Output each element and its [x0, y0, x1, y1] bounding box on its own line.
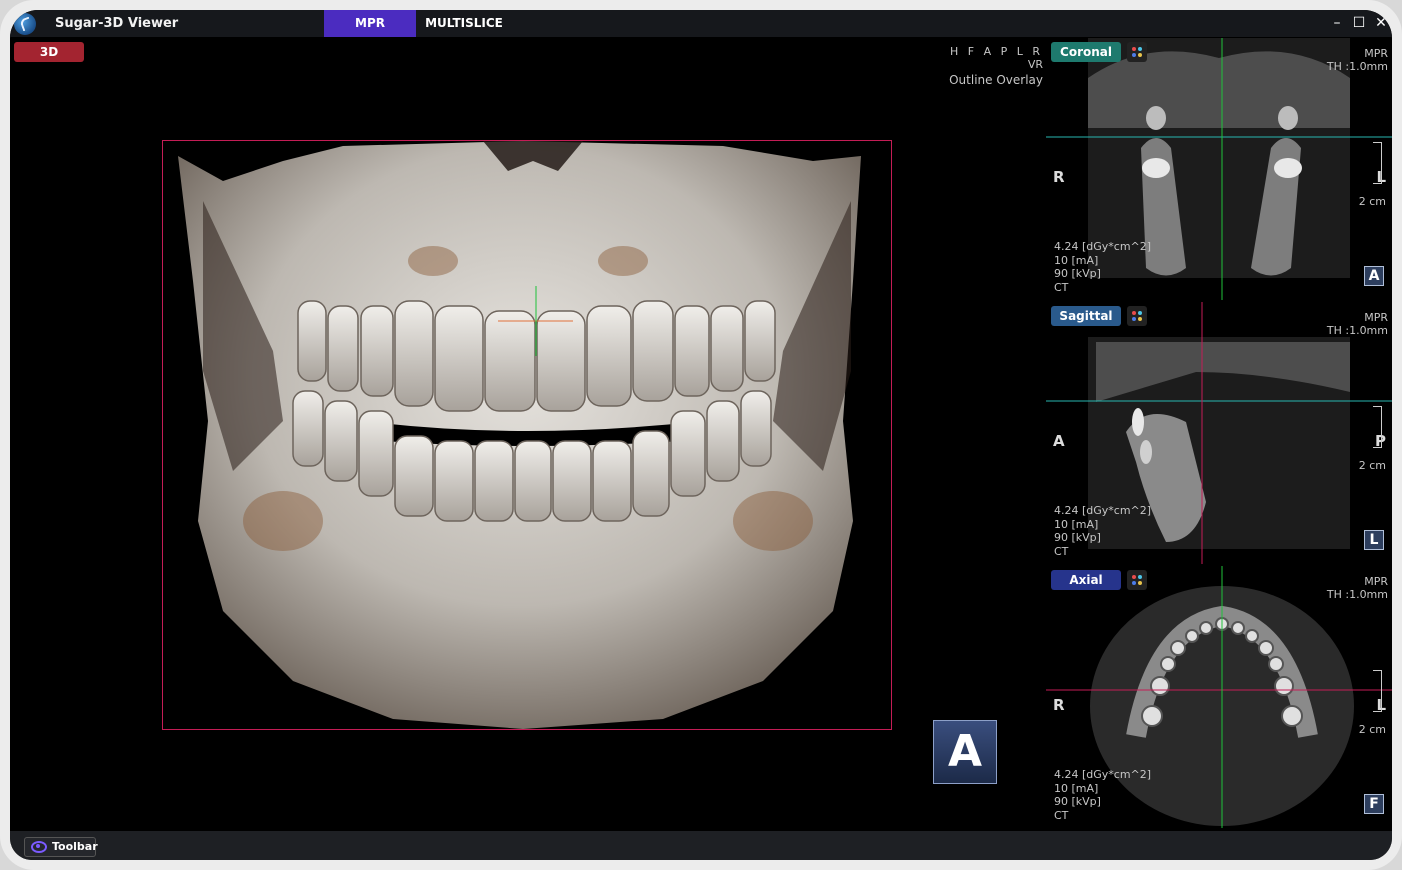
render-mode: VR: [1027, 58, 1043, 71]
axial-mpr-label: MPR TH :1.0mm: [1327, 575, 1388, 601]
axial-dose: 4.24 [dGy*cm^2]: [1054, 768, 1152, 781]
sagittal-orientation-badge[interactable]: L: [1364, 530, 1384, 550]
coronal-modality: CT: [1054, 280, 1069, 294]
axial-kvp: 90 [kVp]: [1054, 795, 1101, 808]
coronal-ma: 10 [mA]: [1054, 253, 1099, 267]
toolbar-button[interactable]: Toolbar: [24, 837, 98, 857]
toolbar-label: Toolbar: [52, 840, 98, 853]
close-button[interactable]: ✕: [1372, 14, 1390, 32]
sagittal-scale-bar: [1373, 406, 1382, 448]
sagittal-kvp: 90 [kVp]: [1054, 531, 1101, 544]
maximize-button[interactable]: ☐: [1350, 14, 1368, 32]
axial-thickness: TH :1.0mm: [1326, 588, 1388, 601]
coronal-kvp: 90 [kVp]: [1054, 267, 1101, 280]
coronal-mpr-label: MPR TH :1.0mm: [1327, 47, 1388, 73]
tab-multislice[interactable]: MULTISLICE: [416, 10, 512, 37]
coronal-panel[interactable]: Coronal MPR TH :1.0mm R L 2 cm 4.24 [dGy…: [1046, 38, 1392, 300]
minimize-button[interactable]: –: [1328, 14, 1346, 32]
app-frame: Sugar-3D Viewer MPR MULTISLICE – ☐ ✕ 3D …: [0, 0, 1402, 870]
coronal-dose-info: 4.24 [dGy*cm^2] 10 [mA] 90 [kVp] CT: [1054, 240, 1151, 294]
coronal-orientation-badge[interactable]: A: [1364, 266, 1384, 286]
volume-render-view[interactable]: [162, 140, 892, 730]
axial-modality: CT: [1054, 808, 1069, 822]
coronal-mpr-text: MPR: [1364, 47, 1388, 60]
axial-mpr-text: MPR: [1364, 575, 1388, 588]
coronal-thickness: TH :1.0mm: [1326, 60, 1388, 73]
axial-panel[interactable]: Axial MPR TH :1.0mm R L 2 cm 4.24 [dGy*c…: [1046, 566, 1392, 828]
outline-overlay-toggle[interactable]: Outline Overlay: [949, 74, 1043, 87]
tab-mpr[interactable]: MPR: [324, 10, 416, 37]
sagittal-dose: 4.24 [dGy*cm^2]: [1054, 504, 1152, 517]
orientation-cube[interactable]: A: [933, 720, 997, 784]
coronal-scale-bar: [1373, 142, 1382, 184]
skull-render: [178, 141, 861, 729]
sagittal-mpr-text: MPR: [1364, 311, 1388, 324]
render-info: H F A P L R VR Outline Overlay: [949, 45, 1043, 87]
app-logo-icon: [14, 13, 36, 35]
sagittal-left-letter: A: [1053, 432, 1065, 450]
coronal-left-letter: R: [1053, 168, 1065, 186]
sagittal-ma: 10 [mA]: [1054, 517, 1099, 531]
sagittal-layout-icon[interactable]: [1127, 306, 1147, 326]
axial-ma: 10 [mA]: [1054, 781, 1099, 795]
app-window: Sugar-3D Viewer MPR MULTISLICE – ☐ ✕ 3D …: [10, 10, 1392, 860]
axial-scale-label: 2 cm: [1358, 723, 1386, 736]
coronal-scale-label: 2 cm: [1358, 195, 1386, 208]
coronal-dose: 4.24 [dGy*cm^2]: [1054, 240, 1152, 253]
sagittal-modality: CT: [1054, 544, 1069, 558]
sagittal-dose-info: 4.24 [dGy*cm^2] 10 [mA] 90 [kVp] CT: [1054, 504, 1151, 558]
axial-view-button[interactable]: Axial: [1051, 570, 1121, 590]
orientation-letters: H F A P L R: [949, 45, 1043, 58]
sagittal-mpr-label: MPR TH :1.0mm: [1327, 311, 1388, 337]
sagittal-panel[interactable]: Sagittal MPR TH :1.0mm A P 2 cm 4.24 [dG…: [1046, 302, 1392, 564]
sagittal-view-button[interactable]: Sagittal: [1051, 306, 1121, 326]
title-bar: Sugar-3D Viewer MPR MULTISLICE – ☐ ✕: [10, 10, 1392, 37]
eye-icon: [31, 841, 47, 853]
axial-dose-info: 4.24 [dGy*cm^2] 10 [mA] 90 [kVp] CT: [1054, 768, 1151, 822]
axial-left-letter: R: [1053, 696, 1065, 714]
status-bar: Toolbar: [10, 831, 1392, 860]
3d-mode-button[interactable]: 3D: [14, 42, 84, 62]
sagittal-thickness: TH :1.0mm: [1326, 324, 1388, 337]
axial-scale-bar: [1373, 670, 1382, 712]
axial-orientation-badge[interactable]: F: [1364, 794, 1384, 814]
axial-layout-icon[interactable]: [1127, 570, 1147, 590]
sagittal-scale-label: 2 cm: [1358, 459, 1386, 472]
app-title: Sugar-3D Viewer: [55, 16, 179, 31]
coronal-view-button[interactable]: Coronal: [1051, 42, 1121, 62]
coronal-layout-icon[interactable]: [1127, 42, 1147, 62]
